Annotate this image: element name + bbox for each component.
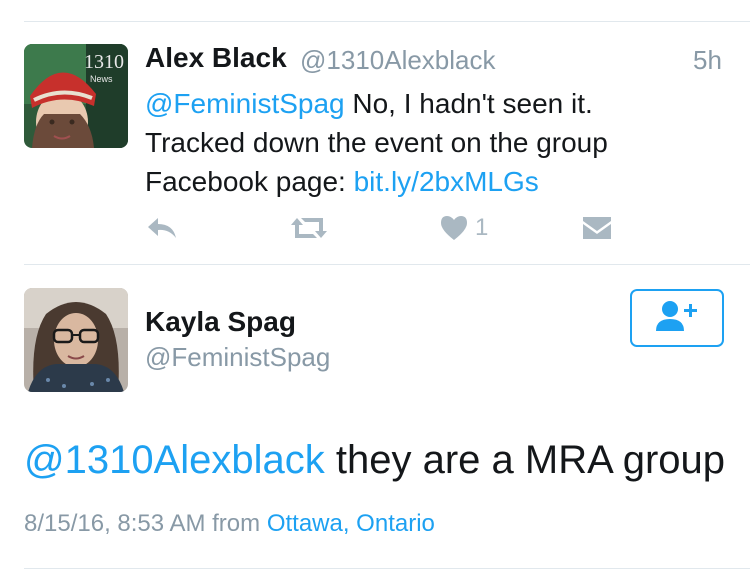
mention-link[interactable]: @1310Alexblack bbox=[24, 438, 325, 482]
tweet-text: @FeministSpag No, I hadn't seen it. Trac… bbox=[145, 84, 608, 201]
heart-icon bbox=[439, 214, 469, 242]
mention-link[interactable]: @FeministSpag bbox=[145, 88, 345, 119]
tweet-actions: 1 bbox=[145, 210, 635, 250]
top-divider bbox=[24, 21, 750, 22]
follow-button[interactable] bbox=[630, 289, 724, 347]
tweet-text-line3: Facebook page: bbox=[145, 166, 354, 197]
location-link[interactable]: Ottawa, Ontario bbox=[267, 510, 435, 537]
retweet-icon bbox=[289, 214, 329, 242]
avatar-kaylaspag[interactable] bbox=[24, 288, 128, 392]
dm-icon bbox=[581, 214, 613, 242]
tweet-text: @1310Alexblack they are a MRA group bbox=[24, 438, 725, 483]
retweet-button[interactable] bbox=[289, 210, 329, 246]
avatar-1310-text: 1310 bbox=[84, 51, 124, 73]
tweet-meta: 8/15/16, 8:53 AM from Ottawa, Ontario bbox=[24, 510, 435, 538]
timestamp: 8/15/16, 8:53 AM from bbox=[24, 510, 267, 537]
avatar-news-text: News bbox=[90, 74, 113, 84]
reply-icon bbox=[145, 214, 179, 242]
bottom-divider bbox=[24, 568, 750, 569]
author-handle[interactable]: @1310Alexblack bbox=[300, 45, 496, 76]
url-link[interactable]: bit.ly/2bxMLGs bbox=[354, 166, 539, 197]
tweet-body: they are a MRA group bbox=[324, 438, 725, 482]
author-name[interactable]: Kayla Spag bbox=[145, 306, 296, 338]
dm-button[interactable] bbox=[581, 210, 613, 246]
author-name[interactable]: Alex Black bbox=[145, 42, 287, 74]
tweet-time: 5h bbox=[693, 45, 722, 75]
tweet-divider bbox=[24, 264, 750, 265]
reply-button[interactable] bbox=[145, 210, 179, 246]
tweet-text-line2: Tracked down the event on the group bbox=[145, 127, 608, 158]
avatar-alexblack[interactable]: 1310 News bbox=[24, 44, 128, 148]
author-handle[interactable]: @FeministSpag bbox=[145, 342, 330, 373]
like-button[interactable]: 1 bbox=[439, 210, 488, 246]
like-count: 1 bbox=[475, 214, 489, 241]
tweet-text-line1: No, I hadn't seen it. bbox=[344, 88, 593, 119]
add-user-icon bbox=[654, 299, 700, 338]
